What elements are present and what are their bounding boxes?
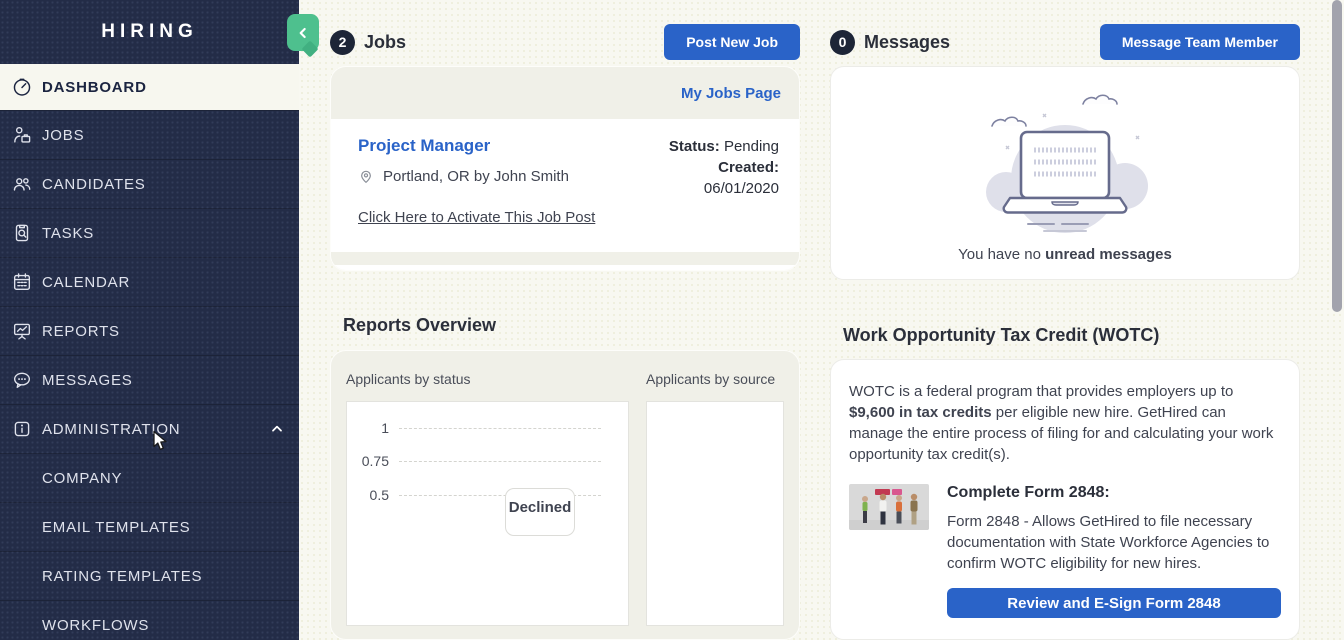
laptop-illustration <box>940 84 1190 242</box>
messages-empty-card: You have no unread messages <box>830 66 1300 280</box>
sidebar-item-tasks[interactable]: TASKS <box>0 208 299 257</box>
chevron-left-icon <box>295 25 311 41</box>
calendar-icon <box>10 270 34 294</box>
sidebar-collapse-button[interactable] <box>287 14 319 51</box>
form-2848-content: Complete Form 2848: Form 2848 - Allows G… <box>947 484 1281 618</box>
sidebar: HIRING DASHBOARD JOBS <box>0 0 299 640</box>
reports-card: Applicants by status 1 0.75 0.5 Declined… <box>330 350 800 640</box>
sidebar-item-messages[interactable]: MESSAGES <box>0 355 299 404</box>
messages-icon <box>10 368 34 392</box>
wotc-desc-pre: WOTC is a federal program that provides … <box>849 383 1233 400</box>
sidebar-item-label: CANDIDATES <box>42 176 146 193</box>
y-tick-label: 0.75 <box>347 453 389 469</box>
wotc-desc-bold: $9,600 in tax credits <box>849 404 992 421</box>
y-tick-label: 1 <box>347 420 389 436</box>
jobs-section-title: Jobs <box>364 32 406 53</box>
jobs-icon <box>10 123 34 147</box>
applicants-by-status-panel: Applicants by status 1 0.75 0.5 Declined <box>346 371 629 619</box>
reports-icon <box>10 319 34 343</box>
created-date: 06/01/2020 <box>669 178 779 199</box>
wotc-description: WOTC is a federal program that provides … <box>849 381 1281 465</box>
sidebar-item-jobs[interactable]: JOBS <box>0 110 299 159</box>
jobs-section-header: 2 Jobs Post New Job <box>330 24 800 60</box>
sidebar-item-calendar[interactable]: CALENDAR <box>0 257 299 306</box>
main-content: 2 Jobs Post New Job My Jobs Page Project… <box>299 0 1344 640</box>
sidebar-item-workflows[interactable]: WORKFLOWS <box>0 600 299 640</box>
post-new-job-button[interactable]: Post New Job <box>664 24 800 60</box>
sidebar-item-rating-templates[interactable]: RATING TEMPLATES <box>0 551 299 600</box>
y-tick: 1 <box>347 418 601 438</box>
chevron-up-icon[interactable] <box>269 421 285 437</box>
messages-section-title: Messages <box>864 32 950 53</box>
sidebar-item-candidates[interactable]: CANDIDATES <box>0 159 299 208</box>
sidebar-item-administration[interactable]: ADMINISTRATION <box>0 404 299 453</box>
jobs-column: 2 Jobs Post New Job My Jobs Page Project… <box>330 24 800 640</box>
activate-job-link[interactable]: Click Here to Activate This Job Post <box>358 209 595 226</box>
message-team-member-button[interactable]: Message Team Member <box>1100 24 1300 60</box>
reports-overview-title: Reports Overview <box>343 315 800 336</box>
sidebar-item-label: JOBS <box>42 127 84 144</box>
y-tick-label: 0.5 <box>347 487 389 503</box>
administration-icon <box>10 417 34 441</box>
candidates-icon <box>10 172 34 196</box>
status-value: Pending <box>724 138 779 155</box>
no-messages-text: You have no unread messages <box>958 246 1172 263</box>
created-label: Created: <box>718 159 779 176</box>
form-2848-description: Form 2848 - Allows GetHired to file nece… <box>947 511 1281 574</box>
sidebar-item-label: EMAIL TEMPLATES <box>42 519 190 536</box>
sidebar-item-email-templates[interactable]: EMAIL TEMPLATES <box>0 502 299 551</box>
applicants-by-source-panel: Applicants by source <box>646 371 784 619</box>
sidebar-item-company[interactable]: COMPANY <box>0 453 299 502</box>
sidebar-item-label: REPORTS <box>42 323 120 340</box>
status-label: Status: <box>669 138 720 155</box>
chart-tooltip: Declined <box>505 488 575 536</box>
job-meta: Status: Pending Created: 06/01/2020 <box>669 136 779 236</box>
sidebar-item-label: MESSAGES <box>42 372 133 389</box>
jobs-card-header: My Jobs Page <box>331 67 799 119</box>
messages-count-badge: 0 <box>830 30 855 55</box>
job-location: Portland, OR by John Smith <box>358 167 669 185</box>
job-main: Project Manager Portland, OR by John Smi… <box>358 136 669 236</box>
tasks-icon <box>10 221 34 245</box>
job-row: Project Manager Portland, OR by John Smi… <box>331 119 799 252</box>
no-messages-bold: unread messages <box>1045 246 1172 263</box>
dashboard-icon <box>10 75 34 99</box>
wotc-card: WOTC is a federal program that provides … <box>830 359 1300 640</box>
chart-source-label: Applicants by source <box>646 371 784 387</box>
no-messages-prefix: You have no <box>958 246 1045 263</box>
job-location-text: Portland, OR by John Smith <box>383 168 569 185</box>
brand-title: HIRING <box>0 0 299 64</box>
sidebar-item-dashboard[interactable]: DASHBOARD <box>0 64 299 110</box>
job-title-link[interactable]: Project Manager <box>358 136 669 156</box>
sidebar-item-reports[interactable]: REPORTS <box>0 306 299 355</box>
sidebar-item-label: TASKS <box>42 225 94 242</box>
review-esign-form-button[interactable]: Review and E-Sign Form 2848 <box>947 588 1281 618</box>
chart-status-label: Applicants by status <box>346 371 629 387</box>
job-row: Technical Writer New York, NY by John Sm… <box>331 265 799 271</box>
sidebar-item-label: DASHBOARD <box>42 79 147 96</box>
form-2848-title: Complete Form 2848: <box>947 484 1281 502</box>
sidebar-item-label: COMPANY <box>42 470 122 487</box>
sidebar-item-label: ADMINISTRATION <box>42 421 180 438</box>
y-tick: 0.75 <box>347 451 601 471</box>
gridline <box>399 428 601 429</box>
messages-column: 0 Messages Message Team Member <box>830 24 1300 640</box>
jobs-count-badge: 2 <box>330 30 355 55</box>
location-pin-icon <box>358 167 374 185</box>
my-jobs-page-link[interactable]: My Jobs Page <box>681 85 781 102</box>
sidebar-item-label: RATING TEMPLATES <box>42 568 202 585</box>
sidebar-item-label: CALENDAR <box>42 274 130 291</box>
wotc-photo-thumbnail <box>849 484 929 530</box>
applicants-by-source-chart <box>646 401 784 626</box>
form-2848-block: Complete Form 2848: Form 2848 - Allows G… <box>849 484 1281 618</box>
vertical-scrollbar-thumb[interactable] <box>1332 0 1342 312</box>
jobs-card: My Jobs Page Project Manager Portland, O… <box>330 66 800 271</box>
messages-section-header: 0 Messages Message Team Member <box>830 24 1300 60</box>
gridline <box>399 461 601 462</box>
wotc-title: Work Opportunity Tax Credit (WOTC) <box>843 325 1300 346</box>
sidebar-nav: DASHBOARD JOBS CANDIDATES <box>0 64 299 640</box>
applicants-by-status-chart: 1 0.75 0.5 Declined <box>346 401 629 626</box>
sidebar-item-label: WORKFLOWS <box>42 617 149 634</box>
